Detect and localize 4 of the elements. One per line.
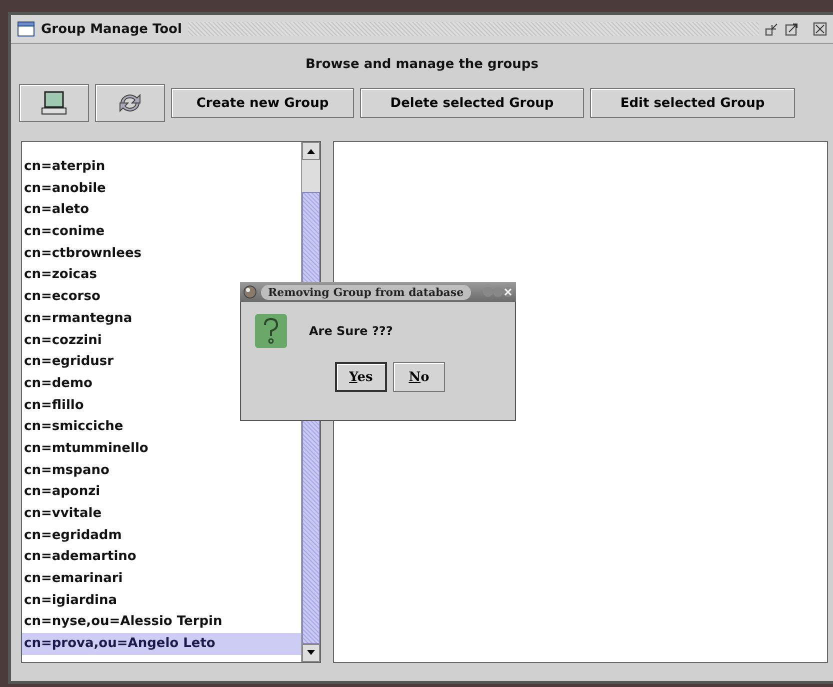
- header-text: Browse and manage the groups: [304, 56, 540, 74]
- dialog-title: Removing Group from database: [261, 284, 471, 300]
- dialog-message: Are Sure ???: [309, 324, 393, 338]
- window-title: Group Manage Tool: [41, 22, 182, 36]
